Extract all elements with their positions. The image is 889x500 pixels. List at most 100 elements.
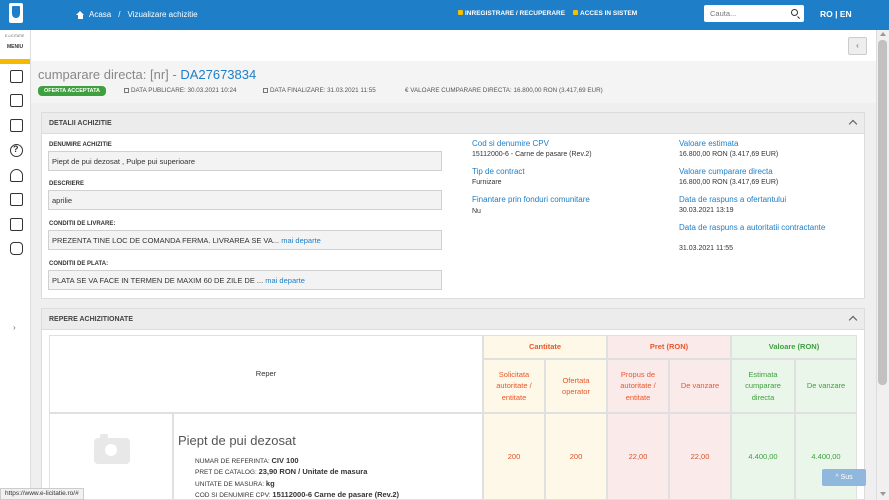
supplier-reply-label: Data de raspuns a ofertantului: [679, 195, 787, 204]
payment-label: CONDITII DE PLATA:: [49, 261, 109, 267]
subheader-band: [31, 30, 876, 61]
product-unit-label: UNITATE DE MASURA:: [195, 481, 265, 488]
sidebar-expand-icon[interactable]: ›: [13, 323, 16, 332]
search-input[interactable]: [704, 5, 784, 22]
table-subheader-val-vanzare: De vanzare: [795, 359, 857, 413]
product-unit: UNITATE DE MASURA: kg: [195, 479, 275, 488]
finalize-date: DATA FINALIZARE: 31.03.2021 11:55: [263, 87, 376, 94]
document-arrow-icon[interactable]: [10, 94, 23, 107]
product-reference: NUMAR DE REFERINTA: CIV 100: [195, 456, 299, 465]
camera-icon: [94, 434, 130, 464]
funding-value: Nu: [472, 208, 481, 215]
product-cpv: COD SI DENUMIRE CPV: 15112000-6 Carne de…: [195, 490, 399, 499]
auth-links: INREGISTRARE / RECUPERARE ACCES IN SISTE…: [458, 10, 637, 17]
product-reference-value: CIV 100: [271, 456, 299, 465]
direct-purchase-value: € VALOARE CUMPARARE DIRECTA: 16.800,00 R…: [405, 87, 603, 94]
breadcrumb-separator: /: [118, 10, 121, 19]
payment-text: PLATA SE VA FACE IN TERMEN DE MAXIM 60 D…: [52, 276, 264, 285]
site-logo[interactable]: [9, 3, 23, 23]
collapse-chevron-icon[interactable]: [848, 315, 858, 325]
supplier-reply-value: 30.03.2021 13:19: [679, 207, 734, 214]
cell-estimata: 4.400,00: [731, 413, 795, 500]
table-subheader-pret-vanzare: De vanzare: [669, 359, 731, 413]
product-cpv-label: COD SI DENUMIRE CPV:: [195, 492, 271, 499]
scroll-down-icon[interactable]: [880, 492, 886, 496]
collapse-chevron-icon[interactable]: [848, 119, 858, 129]
status-badge: OFERTA ACCEPTATA: [38, 86, 107, 96]
scroll-up-icon[interactable]: [880, 32, 886, 36]
estimated-value: 16.800,00 RON (3.417,69 EUR): [679, 151, 779, 158]
language-switcher[interactable]: RO | EN: [820, 9, 852, 19]
payment-more-link[interactable]: mai departe: [265, 276, 305, 285]
back-to-top-button[interactable]: ^ Sus: [822, 469, 866, 486]
help-icon[interactable]: [10, 144, 23, 157]
table-subheader-solicitata: Solicitata autoritate / entitate: [483, 359, 545, 413]
table-subheader-estimata: Estimata cumparare directa: [731, 359, 795, 413]
document-icon[interactable]: [10, 70, 23, 83]
hand-coins-icon[interactable]: [10, 169, 23, 182]
payment-field: PLATA SE VA FACE IN TERMEN DE MAXIM 60 D…: [48, 270, 442, 290]
table-subheader-propus: Propus de autoritate / entitate: [607, 359, 669, 413]
sidebar-logo-text: E-LICITATIE: [5, 34, 25, 38]
delivery-label: CONDITII DE LIVRARE:: [49, 221, 116, 227]
register-link[interactable]: INREGISTRARE / RECUPERARE: [458, 10, 565, 17]
cpv-value: 15112000-6 - Carne de pasare (Rev.2): [472, 151, 592, 158]
items-panel-title: REPERE ACHIZITIONATE: [49, 316, 134, 323]
breadcrumb-home[interactable]: Acasa: [89, 10, 111, 19]
publish-date-text: DATA PUBLICARE: 30.03.2021 10:24: [131, 87, 237, 94]
delivery-more-link[interactable]: mai departe: [281, 236, 321, 245]
direct-value: 16.800,00 RON (3.417,69 EUR): [679, 179, 779, 186]
chat-icon[interactable]: [10, 242, 23, 255]
table-header-pret: Pret (RON): [607, 335, 731, 359]
delivery-field: PREZENTA TINE LOC DE COMANDA FERMA. LIVR…: [48, 230, 442, 250]
estimated-value-label: Valoare estimata: [679, 139, 739, 148]
product-reference-label: NUMAR DE REFERINTA:: [195, 458, 270, 465]
browser-status-url: https://www.e-licitatie.ro/#: [0, 488, 84, 500]
sidebar: E-LICITATIE MENIU ›: [0, 30, 31, 500]
delivery-text: PREZENTA TINE LOC DE COMANDA FERMA. LIVR…: [52, 236, 280, 245]
search-box: [704, 5, 804, 22]
product-catalog-price: PRET DE CATALOG: 23,90 RON / Unitate de …: [195, 467, 367, 476]
lock-icon: [573, 10, 579, 15]
name-field: Piept de pui dezosat , Pulpe pui superio…: [48, 151, 442, 171]
publish-date: DATA PUBLICARE: 30.03.2021 10:24: [124, 87, 236, 94]
top-navbar: Acasa / Vizualizare achizitie INREGISTRA…: [0, 0, 889, 30]
cell-ofertata: 200: [545, 413, 607, 500]
direct-value-label: Valoare cumparare directa: [679, 167, 773, 176]
description-label: DESCRIERE: [49, 181, 85, 187]
login-link[interactable]: ACCES IN SISTEM: [573, 10, 637, 17]
login-link-label: ACCES IN SISTEM: [580, 10, 638, 17]
register-link-label: INREGISTRARE / RECUPERARE: [465, 10, 566, 17]
safe-icon[interactable]: [10, 119, 23, 132]
calendar-icon: [263, 88, 268, 93]
calendar-icon: [124, 88, 129, 93]
product-title: Piept de pui dezosat: [178, 433, 296, 448]
back-to-top-label: Sus: [840, 474, 853, 481]
authority-reply-value: 31.03.2021 11:55: [679, 245, 733, 252]
product-price-value: 23,90 RON / Unitate de masura: [258, 467, 368, 476]
sidebar-menu-label[interactable]: MENIU: [7, 44, 23, 50]
details-panel-header[interactable]: DETALII ACHIZITIE: [41, 112, 865, 134]
cell-pret-vanzare: 22,00: [669, 413, 731, 500]
scrollbar-thumb[interactable]: [878, 40, 887, 385]
back-button[interactable]: ‹: [848, 37, 867, 55]
register-icon[interactable]: [10, 218, 23, 231]
funding-label: Finantare prin fonduri comunitare: [472, 195, 590, 204]
search-icon[interactable]: [791, 9, 798, 16]
procurement-code[interactable]: DA27673834: [180, 67, 256, 82]
id-card-icon[interactable]: [10, 193, 23, 206]
table-header-valoare: Valoare (RON): [731, 335, 857, 359]
contract-type-label: Tip de contract: [472, 167, 525, 176]
sidebar-active-indicator: [0, 59, 30, 64]
lock-icon: [458, 10, 463, 15]
finalize-date-text: DATA FINALIZARE: 31.03.2021 11:55: [270, 87, 376, 94]
cell-val-vanzare: 4.400,00: [795, 413, 857, 500]
page-title-prefix: cumparare directa: [nr] -: [38, 67, 181, 82]
product-price-label: PRET DE CATALOG:: [195, 469, 257, 476]
home-icon[interactable]: [76, 10, 85, 19]
cell-propus: 22,00: [607, 413, 669, 500]
items-panel-header[interactable]: REPERE ACHIZITIONATE: [41, 308, 865, 330]
page-title: cumparare directa: [nr] - DA27673834: [38, 67, 256, 82]
table-subheader-ofertata: Ofertata operator: [545, 359, 607, 413]
details-panel-title: DETALII ACHIZITIE: [49, 120, 112, 127]
